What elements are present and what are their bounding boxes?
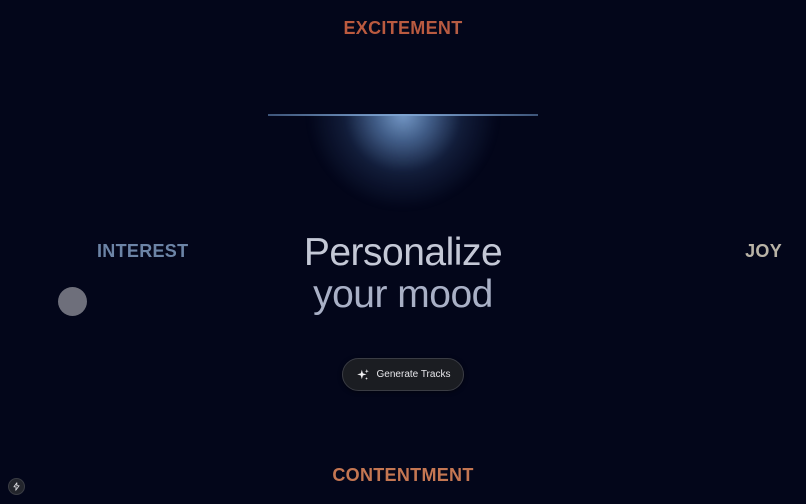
bolt-icon <box>13 482 20 491</box>
corner-badge[interactable] <box>8 478 25 495</box>
headline: Personalize your mood <box>0 232 806 316</box>
mood-canvas[interactable]: EXCITEMENT INTEREST JOY CONTENTMENT Pers… <box>0 0 806 504</box>
generate-tracks-button[interactable]: Generate Tracks <box>342 358 464 391</box>
generate-tracks-label: Generate Tracks <box>376 369 451 380</box>
mood-glow-line <box>268 114 538 116</box>
mood-label-contentment: CONTENTMENT <box>332 465 474 485</box>
mood-glow <box>253 115 553 240</box>
sparkle-icon <box>356 368 369 380</box>
headline-line-1: Personalize <box>303 231 503 274</box>
headline-line-2: your mood <box>313 273 493 316</box>
mood-label-excitement: EXCITEMENT <box>0 18 806 39</box>
mood-selector-handle[interactable] <box>58 287 87 316</box>
